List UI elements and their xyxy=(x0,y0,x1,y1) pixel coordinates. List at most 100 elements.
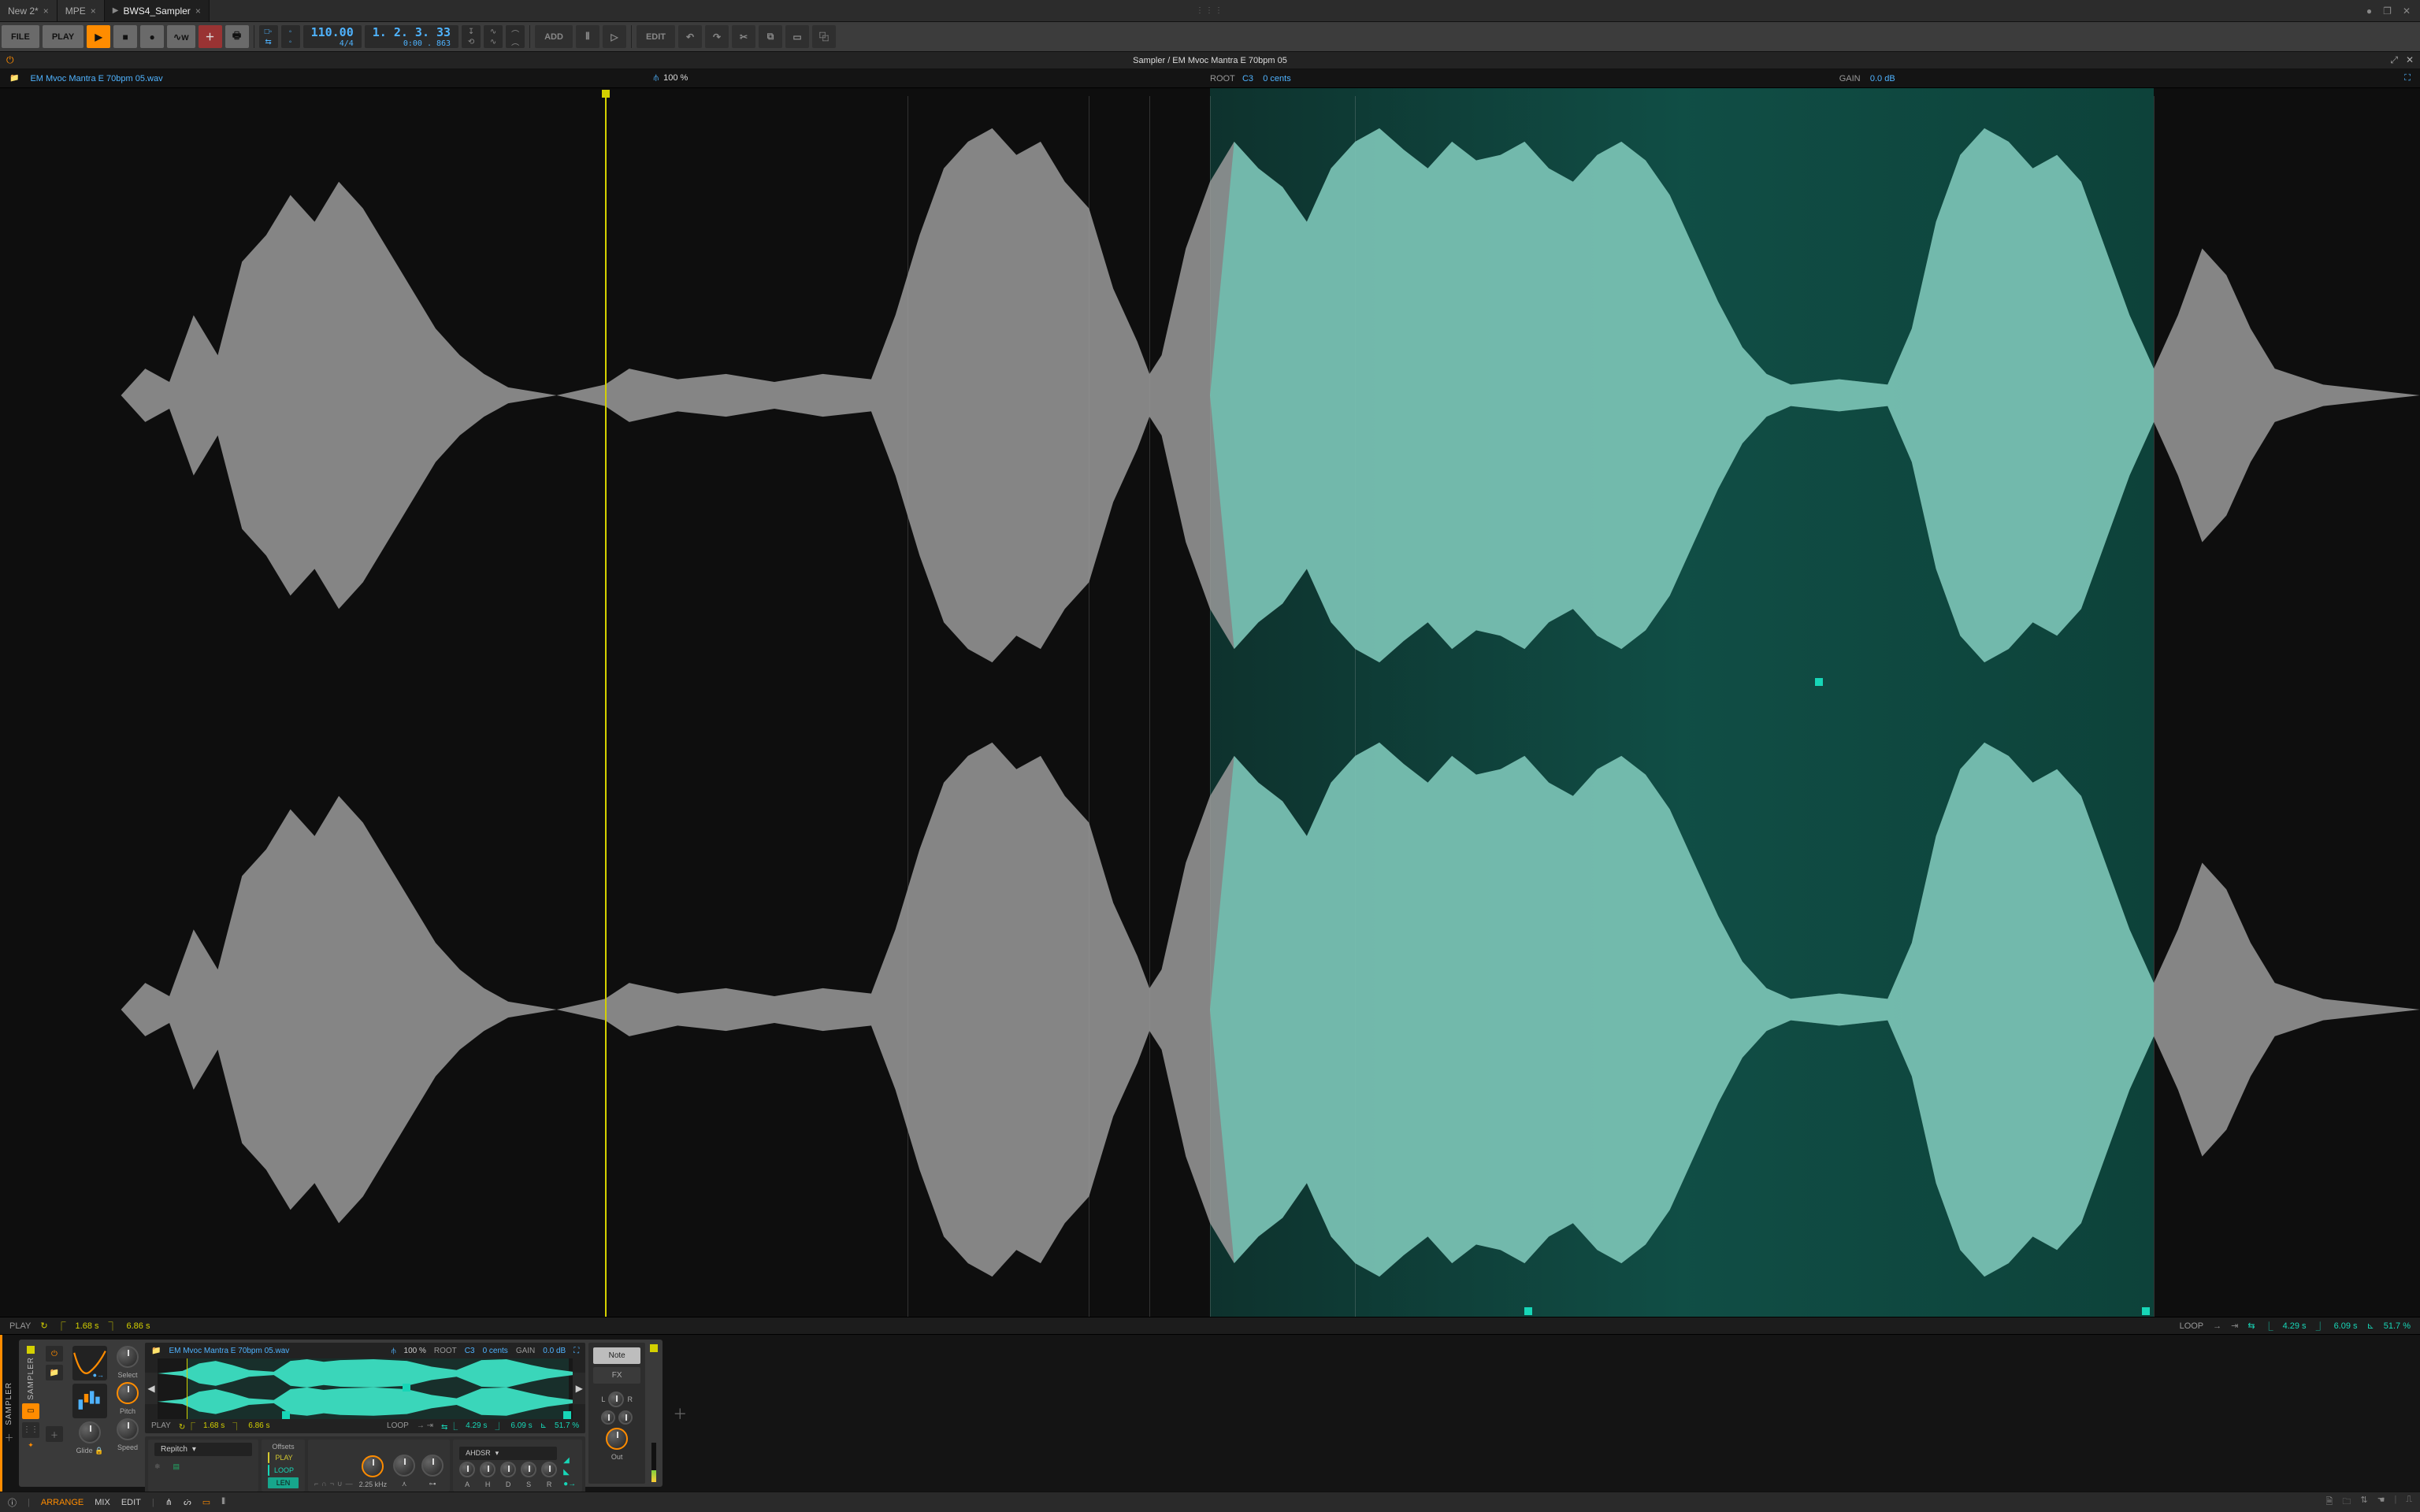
controllers-icon[interactable]: ⎍ xyxy=(2406,1495,2412,1510)
add-layer-icon[interactable]: ＋ xyxy=(46,1426,63,1442)
env-d-knob[interactable] xyxy=(500,1462,516,1477)
dashboard-icon[interactable]: ⋮⋮⋮ xyxy=(1196,6,1224,15)
play-start-value[interactable]: 1.68 s xyxy=(76,1321,99,1331)
filter-lp-icon[interactable]: ⌐ xyxy=(314,1480,318,1488)
zoom-icon[interactable]: ⫛ xyxy=(392,1347,396,1355)
metronome-toggle[interactable]: □◦⇆ xyxy=(259,25,278,48)
overdub-button[interactable]: ＋ xyxy=(199,25,222,48)
close-icon[interactable]: × xyxy=(43,6,49,17)
play-label-button[interactable]: PLAY xyxy=(43,25,84,48)
position-display[interactable]: 1. 2. 3. 33 0:00 . 863 xyxy=(365,25,458,48)
modulation-icon[interactable]: ✦ xyxy=(28,1441,34,1450)
mixer-panel-icon[interactable]: ⫴ xyxy=(221,1497,225,1507)
play-start-handle[interactable] xyxy=(602,90,610,98)
loop-end-value[interactable]: 6.09 s xyxy=(2334,1321,2358,1331)
close-icon[interactable]: × xyxy=(195,6,201,17)
env-r-knob[interactable] xyxy=(541,1462,557,1477)
device-chain-icon[interactable]: ᔖ xyxy=(184,1497,191,1507)
device-loop-mid-handle[interactable] xyxy=(403,1384,410,1392)
filter-notch-icon[interactable]: ∪ xyxy=(337,1480,343,1488)
offset-loop-button[interactable]: LOOP xyxy=(268,1465,299,1476)
record-indicator-icon[interactable]: ● xyxy=(2366,6,2372,17)
print-button[interactable]: 🖶 xyxy=(225,25,249,48)
device-loop-len[interactable]: 51.7 % xyxy=(555,1421,579,1430)
browser-panel-icon[interactable]: 🗀 xyxy=(2342,1495,2351,1510)
glide-knob[interactable] xyxy=(79,1421,101,1443)
device-zoom[interactable]: 100 % xyxy=(404,1347,426,1355)
aux1-knob[interactable] xyxy=(601,1410,615,1425)
mixer-icon[interactable]: ⫴ xyxy=(576,25,599,48)
select-knob[interactable] xyxy=(117,1346,139,1368)
env-loop-icon[interactable]: ●→ xyxy=(563,1480,576,1488)
studio-panel-icon[interactable]: ⇅ xyxy=(2360,1495,2367,1510)
folder-icon[interactable]: 📁 xyxy=(151,1347,161,1355)
groove-toggle[interactable]: ∿∿ xyxy=(484,25,503,48)
tab-new2[interactable]: New 2* × xyxy=(0,0,58,21)
device-active-indicator[interactable] xyxy=(27,1346,35,1354)
crop-icon[interactable]: ⛶ xyxy=(573,1347,579,1355)
env-mode-dropdown[interactable]: AHDSR▾ xyxy=(459,1447,557,1460)
output-active-indicator[interactable] xyxy=(650,1344,658,1352)
cut-button[interactable]: ✂ xyxy=(732,25,755,48)
filter-freq-knob[interactable] xyxy=(362,1455,384,1477)
loop-end-handle[interactable] xyxy=(2142,1307,2150,1315)
view-mix[interactable]: MIX xyxy=(95,1498,110,1507)
redo-button[interactable]: ↷ xyxy=(705,25,729,48)
envelope-curve-display[interactable]: ●→ xyxy=(72,1346,107,1380)
offset-len-button[interactable]: LEN xyxy=(268,1477,299,1488)
stop-button[interactable]: ■ xyxy=(113,25,137,48)
env-a-knob[interactable] xyxy=(459,1462,475,1477)
duplicate-button[interactable]: ⿻ xyxy=(812,25,836,48)
project-panel-icon[interactable]: 🗎 xyxy=(2325,1495,2333,1510)
browse-icon[interactable]: 📁 xyxy=(46,1365,63,1380)
device-loop-start-handle[interactable] xyxy=(282,1411,290,1419)
device-play-start[interactable]: 1.68 s xyxy=(203,1421,225,1430)
sample-filename[interactable]: EM Mvoc Mantra E 70bpm 05.wav xyxy=(30,74,162,83)
pitch-knob[interactable] xyxy=(117,1382,139,1404)
pan-knob[interactable] xyxy=(608,1392,624,1407)
root-cents[interactable]: 0 cents xyxy=(1263,74,1290,83)
env-s-knob[interactable] xyxy=(521,1462,536,1477)
multisample-map-display[interactable] xyxy=(72,1384,107,1418)
add-device-button[interactable]: ＋ xyxy=(666,1335,694,1492)
root-note[interactable]: C3 xyxy=(1242,74,1253,83)
next-sample-button[interactable]: ▶ xyxy=(573,1373,585,1404)
play-repeat-icon[interactable]: ↻ xyxy=(40,1321,47,1331)
fx-tab[interactable]: FX xyxy=(593,1367,640,1384)
crop-icon[interactable]: ⛶ xyxy=(2404,73,2411,83)
folder-icon[interactable]: 📁 xyxy=(9,74,19,83)
loop-start-value[interactable]: 4.29 s xyxy=(2283,1321,2307,1331)
env-shape-lin-icon[interactable]: ◢ xyxy=(563,1456,576,1465)
device-loop-end-handle[interactable] xyxy=(563,1411,571,1419)
filter-freq-value[interactable]: 2.25 kHz xyxy=(359,1480,388,1488)
maximize-icon[interactable]: ❐ xyxy=(2383,6,2392,17)
device-expand-icon[interactable]: ⋮⋮ xyxy=(22,1422,39,1438)
play-position-marker[interactable] xyxy=(605,94,607,1317)
fill-toggle[interactable]: ⌒⌒ xyxy=(506,25,525,48)
punch-in-toggle[interactable]: ↧⟲ xyxy=(462,25,481,48)
waveform-editor[interactable] xyxy=(0,88,2420,1317)
loop-start-handle[interactable] xyxy=(1524,1307,1532,1315)
aux2-knob[interactable] xyxy=(618,1410,633,1425)
filter-bp-icon[interactable]: ∩ xyxy=(321,1480,326,1488)
zoom-icon[interactable]: ⫛ xyxy=(653,73,659,83)
loop-pingpong-icon[interactable]: ⇆ xyxy=(2247,1321,2255,1331)
tempo-display[interactable]: 110.00 4/4 xyxy=(303,25,362,48)
zoom-value[interactable]: 100 % xyxy=(663,73,688,83)
automation-lane-icon[interactable]: ⋔ xyxy=(165,1497,173,1507)
pointer-icon[interactable]: ▷ xyxy=(603,25,626,48)
power-icon[interactable]: ⏻ xyxy=(46,1346,63,1362)
record-button[interactable]: ● xyxy=(140,25,164,48)
play-end-value[interactable]: 6.86 s xyxy=(127,1321,150,1331)
close-window-icon[interactable]: ✕ xyxy=(2403,6,2411,17)
info-icon[interactable]: ⓘ xyxy=(8,1496,17,1509)
loop-mid-handle-ch1[interactable] xyxy=(1815,678,1823,686)
root-note[interactable]: C3 xyxy=(465,1347,475,1355)
playback-mode-dropdown[interactable]: Repitch▾ xyxy=(154,1443,252,1456)
loop-forward-icon[interactable]: ⇥ xyxy=(2231,1321,2238,1331)
speed-knob[interactable] xyxy=(117,1418,139,1440)
paste-button[interactable]: ▭ xyxy=(785,25,809,48)
play-button[interactable]: ▶ xyxy=(87,25,110,48)
detail-editor-icon[interactable]: ▭ xyxy=(202,1497,210,1507)
power-icon[interactable]: ⏻ xyxy=(6,54,14,66)
